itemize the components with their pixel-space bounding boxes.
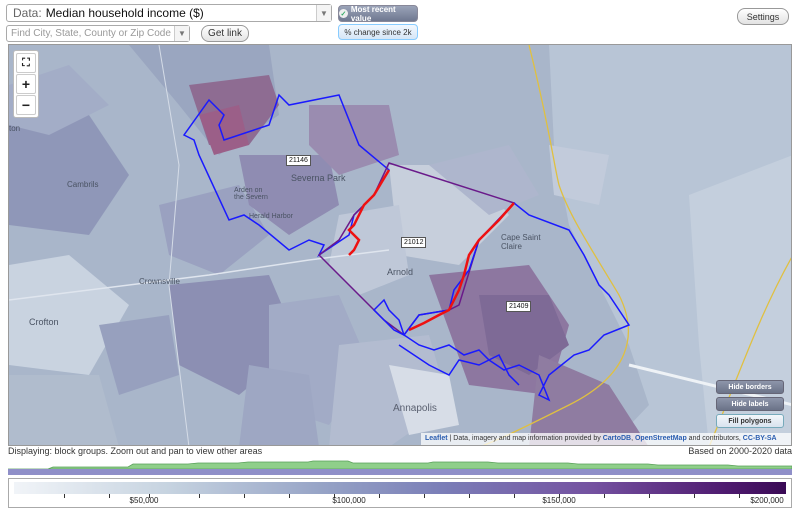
- legend-label: $100,000: [332, 496, 366, 505]
- fullscreen-icon[interactable]: ⛶: [16, 53, 36, 73]
- data-select[interactable]: Data: Median household income ($) ▼: [6, 4, 332, 22]
- data-basis-note: Based on 2000-2020 data: [688, 446, 792, 456]
- zoom-control: ⛶ + −: [13, 50, 39, 118]
- zoom-in-button[interactable]: +: [16, 74, 36, 94]
- town-label: Crownsville: [139, 277, 180, 286]
- cartodb-link[interactable]: CartoDB: [603, 435, 631, 442]
- leaflet-link[interactable]: Leaflet: [425, 435, 448, 442]
- cc-link[interactable]: CC-BY-SA: [743, 435, 777, 442]
- color-legend[interactable]: $50,000 $100,000 $150,000 $200,000: [8, 478, 792, 508]
- legend-label: $150,000: [542, 496, 576, 505]
- map-canvas[interactable]: Severna Park Arden on the Severn Herald …: [8, 44, 792, 446]
- zip-label: 21012: [401, 237, 427, 248]
- most-recent-label: Most recent value: [350, 4, 396, 23]
- displaying-status: Displaying: block groups. Zoom out and p…: [8, 446, 263, 456]
- town-label: Severna Park: [291, 173, 346, 183]
- town-label: Arnold: [387, 267, 414, 277]
- town-label: Cape Saint Claire: [501, 233, 541, 251]
- osm-link[interactable]: OpenStreetMap: [635, 435, 687, 442]
- town-label: Crofton: [29, 317, 59, 327]
- chevron-down-icon[interactable]: ▼: [316, 5, 331, 21]
- hide-labels-button[interactable]: Hide labels: [716, 397, 784, 411]
- attribution-text: | Data, imagery and map information prov…: [449, 435, 601, 442]
- town-label: Annapolis: [393, 403, 437, 414]
- chevron-down-icon[interactable]: ▼: [174, 26, 189, 41]
- value-histogram: [8, 460, 792, 475]
- zip-label: 21146: [286, 155, 311, 166]
- pct-change-button[interactable]: % change since 2k: [338, 24, 418, 40]
- location-search-input[interactable]: Find City, State, County or Zip Code ▼: [6, 25, 190, 42]
- legend-label: $200,000: [750, 496, 784, 505]
- town-label: Arden on the Severn: [234, 187, 268, 201]
- legend-label: $50,000: [129, 496, 159, 505]
- zoom-out-button[interactable]: −: [16, 95, 36, 115]
- map-attribution: Leaflet | Data, imagery and map informat…: [421, 433, 791, 445]
- town-label: Herald Harbor: [249, 213, 293, 220]
- get-link-button[interactable]: Get link: [201, 25, 249, 42]
- top-bar: Data: Median household income ($) ▼ Find…: [0, 0, 800, 44]
- data-select-prefix: Data:: [13, 6, 42, 20]
- town-label: Cambrils: [67, 180, 99, 189]
- settings-button[interactable]: Settings: [737, 8, 789, 25]
- zip-label: 21409: [506, 301, 532, 312]
- hide-borders-button[interactable]: Hide borders: [716, 380, 784, 394]
- fill-polygons-button[interactable]: Fill polygons: [716, 414, 784, 428]
- check-icon: ✓: [339, 9, 348, 18]
- legend-gradient: [14, 482, 786, 494]
- data-select-value: Median household income ($): [45, 6, 204, 20]
- town-label: ton: [9, 124, 21, 133]
- attribution-tail: and contributors,: [688, 435, 741, 442]
- most-recent-value-button[interactable]: ✓ Most recent value: [338, 4, 418, 23]
- search-placeholder: Find City, State, County or Zip Code: [11, 28, 171, 39]
